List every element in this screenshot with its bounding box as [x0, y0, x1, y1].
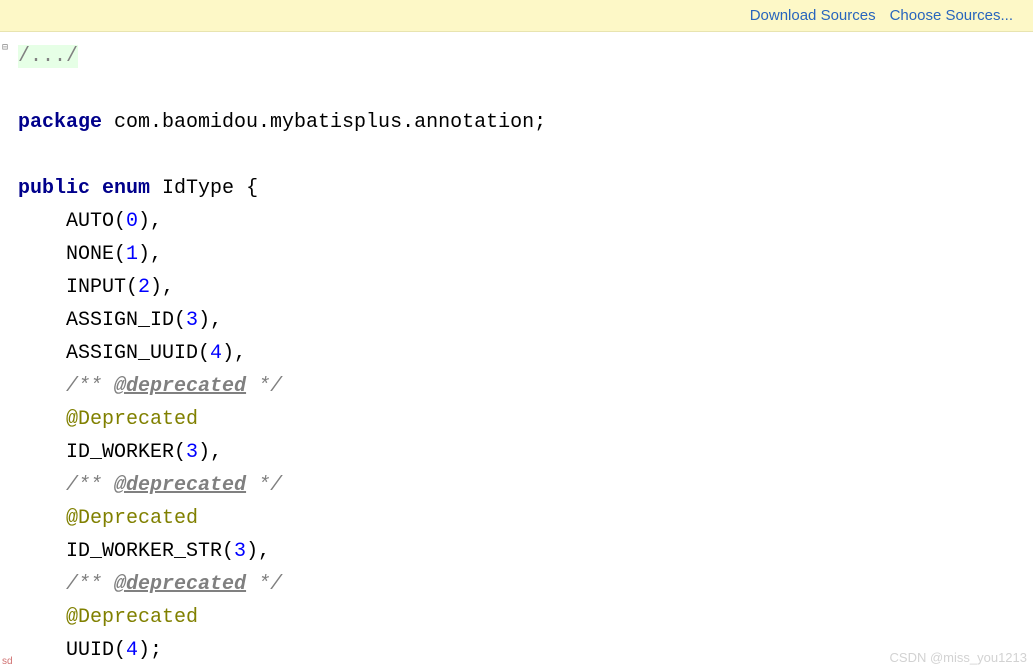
- enum-id-worker: ID_WORKER(: [66, 441, 186, 464]
- literal-3: 3: [234, 540, 246, 563]
- enum-id-worker-str: ID_WORKER_STR(: [66, 540, 234, 563]
- deprecated-tag: @deprecated: [114, 375, 246, 398]
- javadoc-comment: /**: [66, 474, 114, 497]
- literal-0: 0: [126, 210, 138, 233]
- choose-sources-link[interactable]: Choose Sources...: [890, 7, 1013, 24]
- deprecated-annotation: @Deprecated: [66, 606, 198, 629]
- keyword-enum: enum: [102, 177, 150, 200]
- deprecated-annotation: @Deprecated: [66, 408, 198, 431]
- class-name: IdType {: [150, 177, 258, 200]
- deprecated-tag: @deprecated: [114, 474, 246, 497]
- literal-4: 4: [210, 342, 222, 365]
- package-path: com.baomidou.mybatisplus.annotation;: [102, 111, 546, 134]
- folded-comment[interactable]: /.../: [18, 45, 78, 68]
- javadoc-comment: /**: [66, 375, 114, 398]
- javadoc-comment: /**: [66, 573, 114, 596]
- enum-auto: AUTO(: [66, 210, 126, 233]
- literal-4: 4: [126, 639, 138, 662]
- enum-input: INPUT(: [66, 276, 138, 299]
- deprecated-annotation: @Deprecated: [66, 507, 198, 530]
- source-banner: Download Sources Choose Sources...: [0, 0, 1033, 32]
- fold-toggle-icon[interactable]: ⊟: [2, 42, 12, 52]
- code-editor[interactable]: /.../ package com.baomidou.mybatisplus.a…: [0, 32, 1033, 667]
- enum-uuid: UUID(: [66, 639, 126, 662]
- sd-mark: sd: [2, 656, 13, 667]
- download-sources-link[interactable]: Download Sources: [750, 7, 876, 24]
- enum-assign-id: ASSIGN_ID(: [66, 309, 186, 332]
- literal-3: 3: [186, 309, 198, 332]
- watermark-text: CSDN @miss_you1213: [890, 650, 1027, 665]
- keyword-public: public: [18, 177, 90, 200]
- literal-3: 3: [186, 441, 198, 464]
- literal-2: 2: [138, 276, 150, 299]
- keyword-package: package: [18, 111, 102, 134]
- deprecated-tag: @deprecated: [114, 573, 246, 596]
- enum-none: NONE(: [66, 243, 126, 266]
- literal-1: 1: [126, 243, 138, 266]
- enum-assign-uuid: ASSIGN_UUID(: [66, 342, 210, 365]
